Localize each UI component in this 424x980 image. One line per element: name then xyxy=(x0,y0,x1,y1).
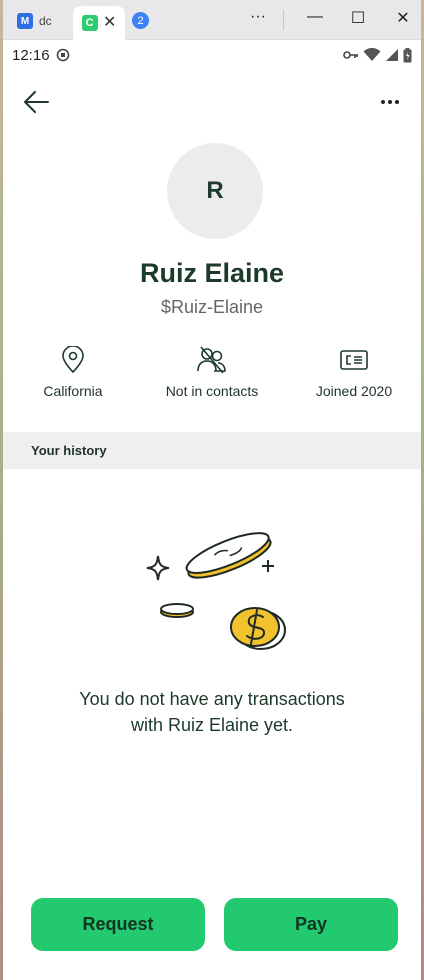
request-button[interactable]: Request xyxy=(31,898,205,951)
location-label: California xyxy=(43,383,103,399)
avatar: R xyxy=(167,143,263,239)
back-arrow-icon[interactable] xyxy=(21,87,51,117)
more-options-icon[interactable] xyxy=(375,87,405,117)
tab2-favicon-icon: C xyxy=(81,15,98,31)
browser-tab-2-active[interactable]: C ✕ xyxy=(73,6,125,40)
status-time: 12:16 xyxy=(12,46,50,64)
id-card-icon xyxy=(340,350,368,370)
location-pin-icon xyxy=(62,346,84,374)
empty-history-message: You do not have any transactions with Ru… xyxy=(3,686,421,738)
info-location: California xyxy=(3,345,143,399)
history-section-header: Your history xyxy=(3,432,421,469)
info-joined: Joined 2020 xyxy=(284,345,421,399)
browser-tab-strip: M dc C ✕ 2 ··· — ☐ ✕ xyxy=(3,0,421,40)
pay-button[interactable]: Pay xyxy=(224,898,398,951)
app-bar xyxy=(3,70,421,138)
status-icons xyxy=(343,47,412,63)
status-time-group: 12:16 xyxy=(12,47,70,64)
tab-count-badge[interactable]: 2 xyxy=(132,12,149,29)
profile-name: Ruiz Elaine xyxy=(139,258,285,288)
wifi-icon xyxy=(363,48,381,61)
contacts-label: Not in contacts xyxy=(165,383,259,399)
profile-cashtag: $Ruiz-Elaine xyxy=(160,297,264,317)
profile-info-row: California Not in contacts Joined 2020 xyxy=(3,345,421,405)
app-window: M dc C ✕ 2 ··· — ☐ ✕ 12:16 R Ruiz Elaine… xyxy=(3,0,421,980)
browser-more-button[interactable]: ··· xyxy=(243,8,273,26)
signal-icon xyxy=(386,49,398,61)
maximize-button[interactable]: ☐ xyxy=(343,8,373,28)
dot xyxy=(381,100,385,104)
empty-history-line-1: You do not have any transactions xyxy=(79,689,345,709)
tab1-label: dc xyxy=(39,14,52,28)
dot xyxy=(395,100,399,104)
tab-close-icon[interactable]: ✕ xyxy=(103,15,116,31)
not-in-contacts-icon xyxy=(197,346,226,374)
browser-tab-1[interactable]: M dc xyxy=(17,8,71,34)
divider xyxy=(283,10,284,30)
tab1-favicon-icon: M xyxy=(17,13,33,29)
battery-icon xyxy=(403,47,412,62)
joined-label: Joined 2020 xyxy=(315,383,393,399)
empty-history-line-2: with Ruiz Elaine yet. xyxy=(130,715,294,735)
vpn-key-icon xyxy=(343,51,358,59)
coins-illustration xyxy=(146,532,286,650)
close-window-button[interactable]: ✕ xyxy=(388,8,418,28)
status-bar: 12:16 xyxy=(3,40,421,70)
minimize-button[interactable]: — xyxy=(300,8,330,26)
dot xyxy=(388,100,392,104)
notification-icon xyxy=(56,48,69,62)
info-contacts: Not in contacts xyxy=(142,345,282,399)
